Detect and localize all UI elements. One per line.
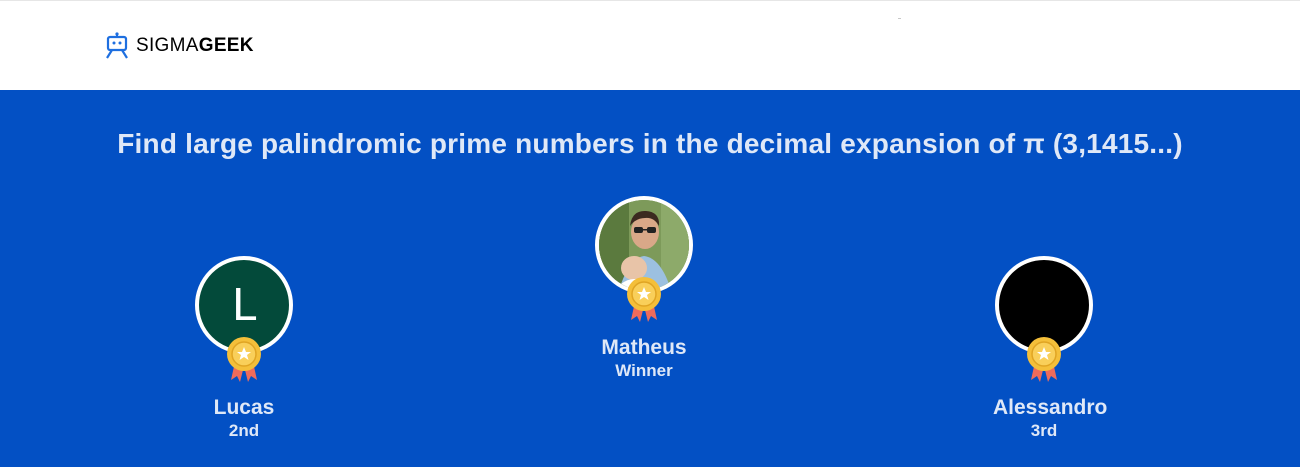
sigmageek-logo[interactable]: SIGMAGEEK	[104, 32, 254, 60]
logo-text: SIGMAGEEK	[136, 35, 254, 56]
winner-name: Lucas	[213, 396, 275, 419]
winner-name: Alessandro	[993, 396, 1108, 419]
placement-label: 2nd	[228, 421, 260, 440]
top-header: SIGMAGEEK	[0, 0, 1300, 90]
challenge-title: Find large palindromic prime numbers in …	[117, 128, 1183, 159]
podium-third-place: Alessandro 3rd	[993, 256, 1108, 442]
header-divider-mark	[898, 18, 901, 19]
avatar-initial: L	[231, 279, 257, 331]
podium-second-place: L Lucas 2nd	[193, 256, 295, 442]
placement-label: 3rd	[1030, 421, 1058, 440]
robot-icon	[106, 32, 128, 59]
winner-name: Matheus	[601, 336, 687, 359]
podium-first-place: Matheus Winner	[593, 196, 695, 382]
placement-label: Winner	[615, 361, 673, 380]
medal-icon	[627, 277, 661, 322]
medal-icon	[227, 337, 261, 382]
challenge-results-section: Find large palindromic prime numbers in …	[0, 90, 1300, 467]
medal-icon	[1027, 337, 1061, 382]
